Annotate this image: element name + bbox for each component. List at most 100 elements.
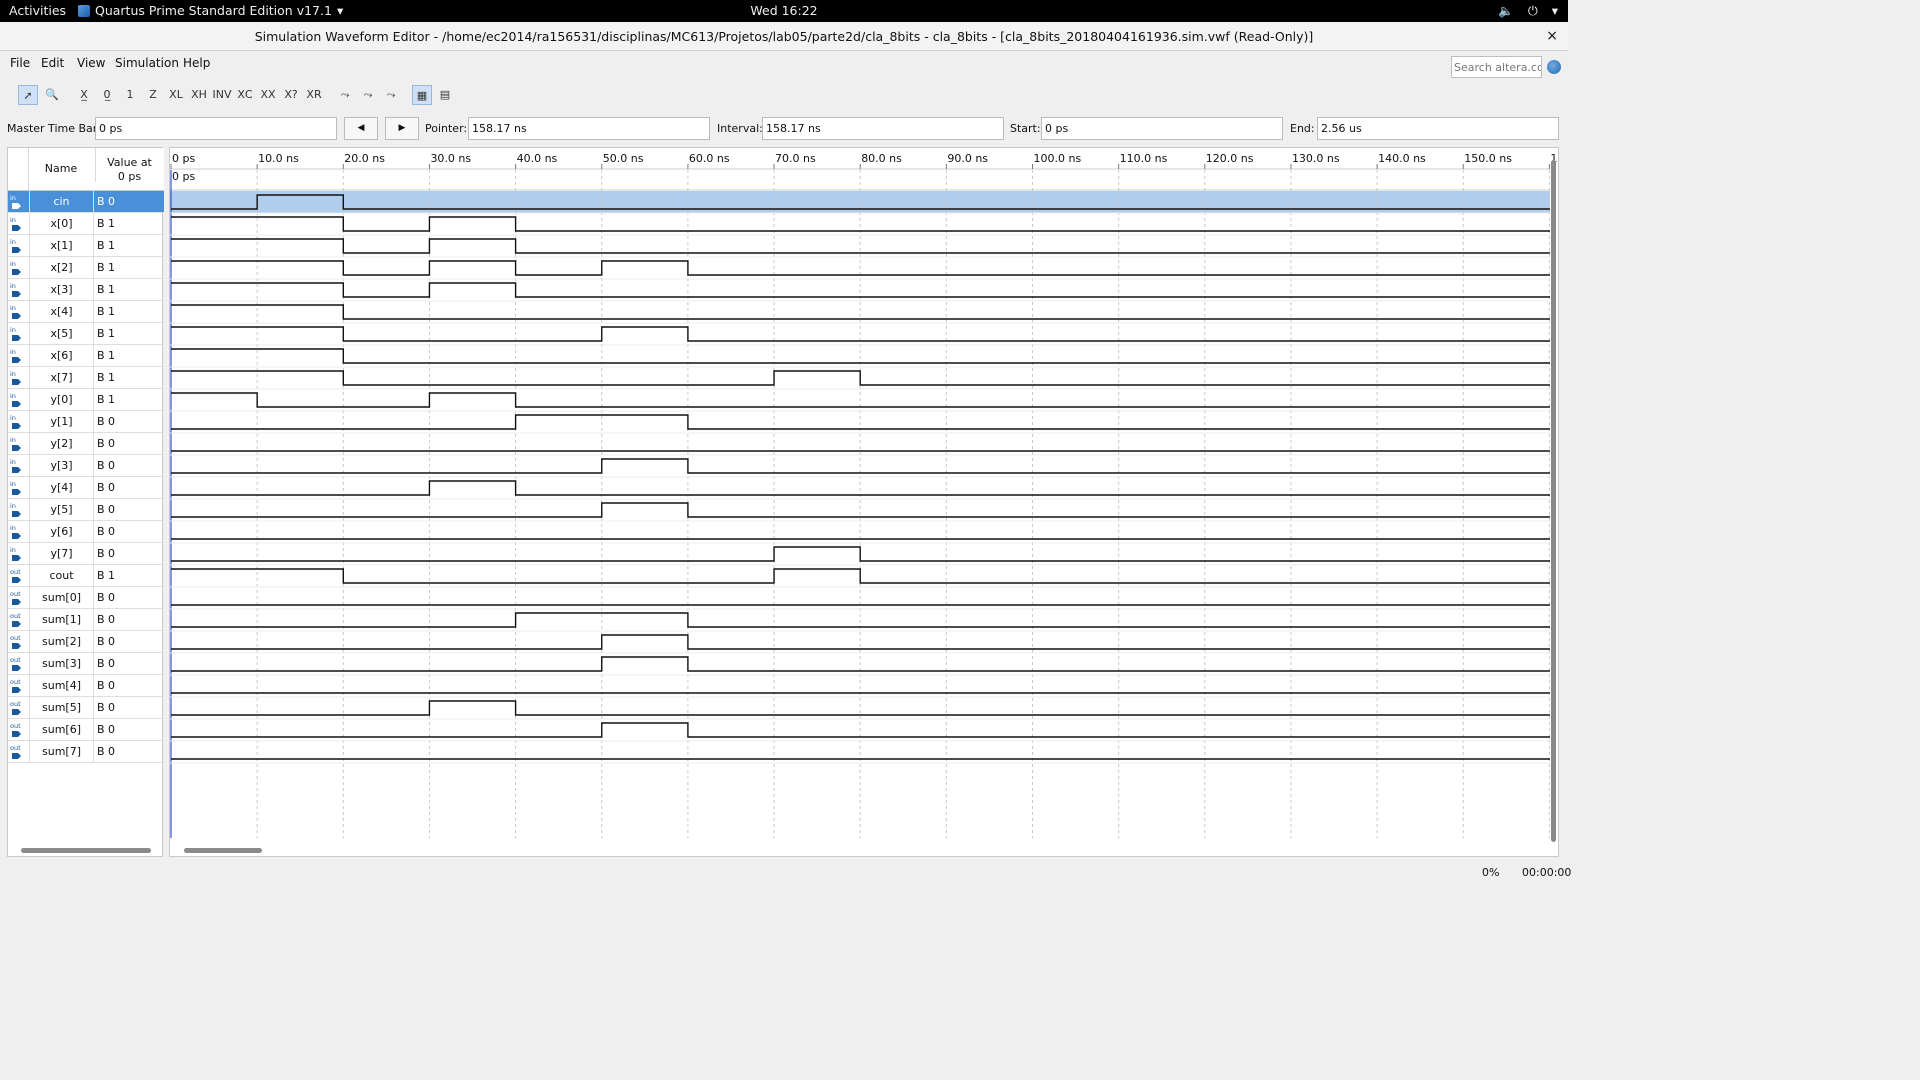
waveform-y[7][interactable] — [171, 546, 1550, 562]
signal-row[interactable]: in y[6] B 0 — [8, 521, 164, 543]
value-column-header[interactable]: Value at 0 ps — [95, 148, 163, 183]
count-value-icon[interactable]: ΧC — [235, 85, 255, 105]
signal-row[interactable]: out sum[0] B 0 — [8, 587, 164, 609]
signal-row[interactable]: out sum[5] B 0 — [8, 697, 164, 719]
vertical-scrollbar[interactable] — [1551, 160, 1556, 842]
signal-row[interactable]: out sum[3] B 0 — [8, 653, 164, 675]
signal-row[interactable]: in x[7] B 1 — [8, 367, 164, 389]
input-pin-icon: in — [9, 457, 27, 475]
signal-row[interactable]: in x[0] B 1 — [8, 213, 164, 235]
signal-name: x[1] — [29, 235, 94, 257]
signal-name: y[0] — [29, 389, 94, 411]
signal-row[interactable]: in y[1] B 0 — [8, 411, 164, 433]
signal-value: B 0 — [97, 437, 116, 450]
signal-row[interactable]: in x[5] B 1 — [8, 323, 164, 345]
signal-name: y[5] — [29, 499, 94, 521]
signal-name: y[3] — [29, 455, 94, 477]
signal-row[interactable]: in y[2] B 0 — [8, 433, 164, 455]
signal-row[interactable]: in y[7] B 0 — [8, 543, 164, 565]
end-field[interactable]: 2.56 us — [1317, 117, 1559, 140]
signal-row[interactable]: in cin B 0 — [8, 191, 164, 213]
signal-row[interactable]: out cout B 1 — [8, 565, 164, 587]
signal-row[interactable]: in y[4] B 0 — [8, 477, 164, 499]
output-pin-icon: out — [9, 567, 27, 585]
signal-row[interactable]: out sum[1] B 0 — [8, 609, 164, 631]
signal-row[interactable]: out sum[2] B 0 — [8, 631, 164, 653]
menu-file[interactable]: File — [10, 56, 30, 70]
selection-tool-icon[interactable]: ➚ — [18, 85, 38, 105]
grid-icon[interactable]: ▦ — [412, 85, 432, 105]
random-values-icon[interactable]: Χ? — [281, 85, 301, 105]
close-window-button[interactable]: × — [1546, 22, 1558, 51]
signal-row[interactable]: in y[3] B 0 — [8, 455, 164, 477]
chevron-down-icon[interactable]: ▾ — [1552, 3, 1558, 19]
search-field[interactable]: Search altera.co... — [1451, 56, 1542, 78]
invert-icon[interactable]: INV — [212, 85, 232, 105]
svg-text:in: in — [10, 458, 16, 466]
activities-button[interactable]: Activities — [9, 3, 66, 18]
weak-low-icon[interactable]: ΧL — [166, 85, 186, 105]
forcing-unknown-icon[interactable]: X̲ — [74, 85, 94, 105]
menu-simulation[interactable]: Simulation — [115, 56, 179, 70]
signal-row[interactable]: in x[3] B 1 — [8, 279, 164, 301]
forcing-high-icon[interactable]: 1 — [120, 85, 140, 105]
snap-to-grid-icon[interactable]: ⤳ — [358, 85, 378, 105]
zoom-tool-icon[interactable]: 🔍 — [42, 85, 62, 105]
overwrite-value-icon[interactable]: ΧR — [304, 85, 324, 105]
volume-icon[interactable]: 🔈 — [1498, 3, 1514, 19]
input-pin-icon: in — [9, 523, 27, 541]
overwrite-random-icon[interactable]: ⤳ — [335, 85, 355, 105]
time-bar: Master Time Bar: 0 ps ◀ ▶ Pointer: 158.1… — [0, 116, 1568, 142]
signal-row[interactable]: out sum[4] B 0 — [8, 675, 164, 697]
previous-transition-button[interactable]: ◀ — [344, 117, 378, 140]
signal-row[interactable]: in y[0] B 1 — [8, 389, 164, 411]
signal-row[interactable]: in x[1] B 1 — [8, 235, 164, 257]
pointer-field[interactable]: 158.17 ns — [468, 117, 710, 140]
time-ruler[interactable]: 0 ps 10.0 ns 20.0 ns 30.0 ns 40.0 ns 50.0 ns 6… — [170, 152, 1559, 191]
signal-row[interactable]: in x[4] B 1 — [8, 301, 164, 323]
signal-value: B 0 — [97, 745, 116, 758]
signal-row[interactable]: in x[6] B 1 — [8, 345, 164, 367]
signal-row[interactable]: in x[2] B 1 — [8, 257, 164, 279]
start-field[interactable]: 0 ps — [1041, 117, 1283, 140]
waveform-panel[interactable]: 0 ps 10.0 ns 20.0 ns 30.0 ns 40.0 ns 50.0 ns 6… — [169, 147, 1559, 857]
power-icon[interactable]: ⏻ — [1528, 3, 1538, 19]
menu-help[interactable]: Help — [183, 56, 210, 70]
menu-view[interactable]: View — [77, 56, 105, 70]
signal-name: sum[1] — [29, 609, 94, 631]
globe-icon[interactable] — [1547, 60, 1561, 74]
time-tick-label: 10.0 ns — [258, 152, 299, 165]
overwrite-clock-icon[interactable]: ΧΧ — [258, 85, 278, 105]
signal-name: x[5] — [29, 323, 94, 345]
signal-row[interactable]: out sum[6] B 0 — [8, 719, 164, 741]
master-time-bar-field[interactable]: 0 ps — [95, 117, 337, 140]
name-column-header[interactable]: Name — [29, 162, 93, 175]
elapsed-time: 00:00:00 — [1522, 866, 1572, 879]
interval-field[interactable]: 158.17 ns — [762, 117, 1004, 140]
signal-value: B 0 — [97, 547, 116, 560]
signal-name: sum[4] — [29, 675, 94, 697]
next-transition-button[interactable]: ▶ — [385, 117, 419, 140]
forcing-low-icon[interactable]: 0̲ — [97, 85, 117, 105]
signal-row[interactable]: out sum[7] B 0 — [8, 741, 164, 763]
weak-high-icon[interactable]: ΧH — [189, 85, 209, 105]
horizontal-scrollbar[interactable] — [184, 848, 262, 853]
settings-icon[interactable]: ▤ — [435, 85, 455, 105]
sort-icon[interactable]: ⤳ — [381, 85, 401, 105]
high-impedance-icon[interactable]: Z — [143, 85, 163, 105]
horizontal-scrollbar[interactable] — [21, 848, 151, 853]
svg-text:in: in — [10, 304, 16, 312]
waveform-canvas[interactable]: 0 ps 10.0 ns 20.0 ns 30.0 ns 40.0 ns 50.0 ns 6… — [170, 148, 1559, 848]
waveform-cout[interactable] — [171, 568, 1550, 584]
signal-row[interactable]: in y[5] B 0 — [8, 499, 164, 521]
signal-name: y[1] — [29, 411, 94, 433]
input-pin-icon: in — [9, 501, 27, 519]
app-menu[interactable]: Quartus Prime Standard Edition v17.1 ▾ — [78, 3, 343, 18]
signal-name: y[4] — [29, 477, 94, 499]
signal-value: B 0 — [97, 701, 116, 714]
input-pin-icon: in — [9, 303, 27, 321]
menu-edit[interactable]: Edit — [41, 56, 64, 70]
time-tick-label: 80.0 ns — [861, 152, 902, 165]
waveform-x[7][interactable] — [171, 370, 1550, 386]
svg-text:in: in — [10, 392, 16, 400]
